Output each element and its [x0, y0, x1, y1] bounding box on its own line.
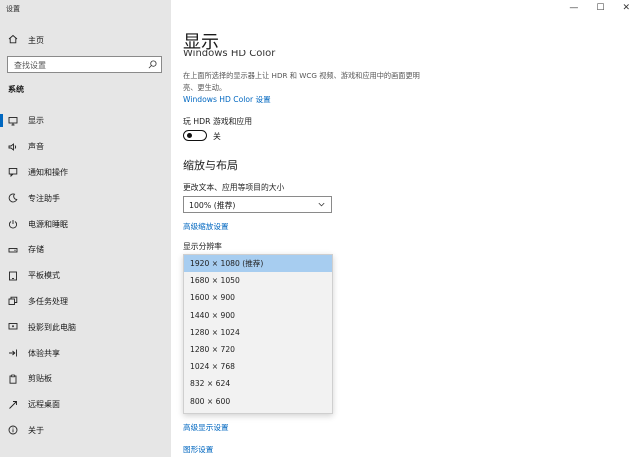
- section-label: 系统: [8, 85, 24, 94]
- moon-icon: [8, 193, 18, 203]
- clipboard-icon: [8, 374, 18, 384]
- advanced-scaling-link[interactable]: 高级缩放设置: [183, 221, 229, 232]
- resolution-option[interactable]: 1600 × 900: [184, 289, 332, 306]
- scale-value: 100% (推荐): [189, 201, 236, 210]
- window-title: 设置: [6, 5, 20, 13]
- sidebar-item-label: 专注助手: [28, 193, 60, 203]
- storage-icon: [8, 245, 18, 255]
- scale-label: 更改文本、应用等项目的大小: [183, 183, 285, 192]
- maximize-button[interactable]: ☐: [596, 3, 604, 13]
- sidebar-item-display[interactable]: 显示: [0, 108, 171, 134]
- speaker-icon: [8, 142, 18, 152]
- sidebar-item-notifications[interactable]: 通知和操作: [0, 160, 171, 186]
- sidebar-item-label: 显示: [28, 116, 44, 126]
- hdr-toggle[interactable]: [183, 130, 207, 141]
- sidebar-item-label: 体验共享: [28, 348, 60, 358]
- resolution-dropdown[interactable]: 1920 × 1080 (推荐) 1680 × 1050 1600 × 900 …: [183, 254, 333, 414]
- search-placeholder: 查找设置: [14, 61, 46, 70]
- sidebar-item-power[interactable]: 电源和睡眠: [0, 211, 171, 237]
- sidebar-item-multitasking[interactable]: 多任务处理: [0, 289, 171, 315]
- resolution-option[interactable]: 1024 × 768: [184, 358, 332, 375]
- search-icon[interactable]: [148, 60, 157, 71]
- remote-icon: [8, 400, 18, 410]
- main-panel: — ☐ ✕ 显示 Windows HD Color 在上面所选择的显示器上让 H…: [171, 0, 640, 457]
- sidebar-item-label: 多任务处理: [28, 296, 68, 306]
- sidebar: 设置 主页 查找设置 系统 显示 声音 通知和操作 专注助手 电源和睡眠 存储 …: [0, 0, 171, 457]
- toggle-knob: [187, 133, 192, 138]
- home-icon: [8, 34, 18, 46]
- window-controls: — ☐ ✕: [569, 3, 630, 13]
- sidebar-item-focus-assist[interactable]: 专注助手: [0, 185, 171, 211]
- info-icon: [8, 425, 18, 435]
- resolution-option[interactable]: 1280 × 1024: [184, 324, 332, 341]
- sidebar-item-label: 剪贴板: [28, 374, 52, 384]
- scale-layout-heading: 缩放与布局: [183, 159, 238, 172]
- sidebar-item-label: 通知和操作: [28, 167, 68, 177]
- resolution-option[interactable]: 1440 × 900: [184, 307, 332, 324]
- power-icon: [8, 219, 18, 229]
- sidebar-item-label: 远程桌面: [28, 400, 60, 410]
- sidebar-item-label: 存储: [28, 245, 44, 255]
- sidebar-item-tablet-mode[interactable]: 平板模式: [0, 263, 171, 289]
- sidebar-item-storage[interactable]: 存储: [0, 237, 171, 263]
- sidebar-item-shared-experiences[interactable]: 体验共享: [0, 340, 171, 366]
- resolution-option[interactable]: 1280 × 720: [184, 341, 332, 358]
- home-nav[interactable]: 主页: [8, 33, 44, 47]
- sidebar-item-sound[interactable]: 声音: [0, 134, 171, 160]
- sidebar-item-label: 关于: [28, 425, 44, 435]
- resolution-option[interactable]: 1680 × 1050: [184, 272, 332, 289]
- sidebar-nav: 显示 声音 通知和操作 专注助手 电源和睡眠 存储 平板模式 多任务处理 投影到…: [0, 108, 171, 443]
- sidebar-item-label: 平板模式: [28, 271, 60, 281]
- chevron-down-icon: [317, 200, 326, 211]
- search-input[interactable]: 查找设置: [7, 56, 162, 73]
- sidebar-item-remote-desktop[interactable]: 远程桌面: [0, 392, 171, 418]
- sidebar-item-about[interactable]: 关于: [0, 418, 171, 444]
- hd-color-description: 在上面所选择的显示器上让 HDR 和 WCG 视频、游戏和应用中的画面更明亮、更…: [183, 71, 420, 92]
- notification-icon: [8, 167, 18, 178]
- sidebar-item-label: 声音: [28, 142, 44, 152]
- sidebar-item-clipboard[interactable]: 剪贴板: [0, 366, 171, 392]
- resolution-label: 显示分辨率: [183, 242, 222, 251]
- sidebar-item-label: 投影到此电脑: [28, 322, 76, 332]
- hd-color-settings-link[interactable]: Windows HD Color 设置: [183, 94, 271, 105]
- monitor-icon: [8, 116, 18, 126]
- projector-icon: [8, 322, 18, 332]
- close-button[interactable]: ✕: [622, 3, 630, 13]
- multitask-icon: [8, 296, 18, 306]
- home-label: 主页: [28, 35, 44, 45]
- resolution-option[interactable]: 832 × 624: [184, 375, 332, 392]
- share-icon: [8, 348, 18, 358]
- minimize-button[interactable]: —: [569, 3, 578, 13]
- sidebar-item-label: 电源和睡眠: [28, 219, 68, 229]
- graphics-settings-link[interactable]: 图形设置: [183, 444, 213, 455]
- resolution-option[interactable]: 1920 × 1080 (推荐): [184, 255, 332, 273]
- hdr-label: 玩 HDR 游戏和应用: [183, 117, 253, 126]
- scale-select[interactable]: 100% (推荐): [183, 196, 332, 213]
- tablet-icon: [8, 271, 18, 281]
- resolution-option[interactable]: 800 × 600: [184, 393, 332, 410]
- sidebar-item-projecting[interactable]: 投影到此电脑: [0, 314, 171, 340]
- hdr-toggle-state: 关: [213, 132, 221, 141]
- advanced-display-link[interactable]: 高级显示设置: [183, 422, 229, 433]
